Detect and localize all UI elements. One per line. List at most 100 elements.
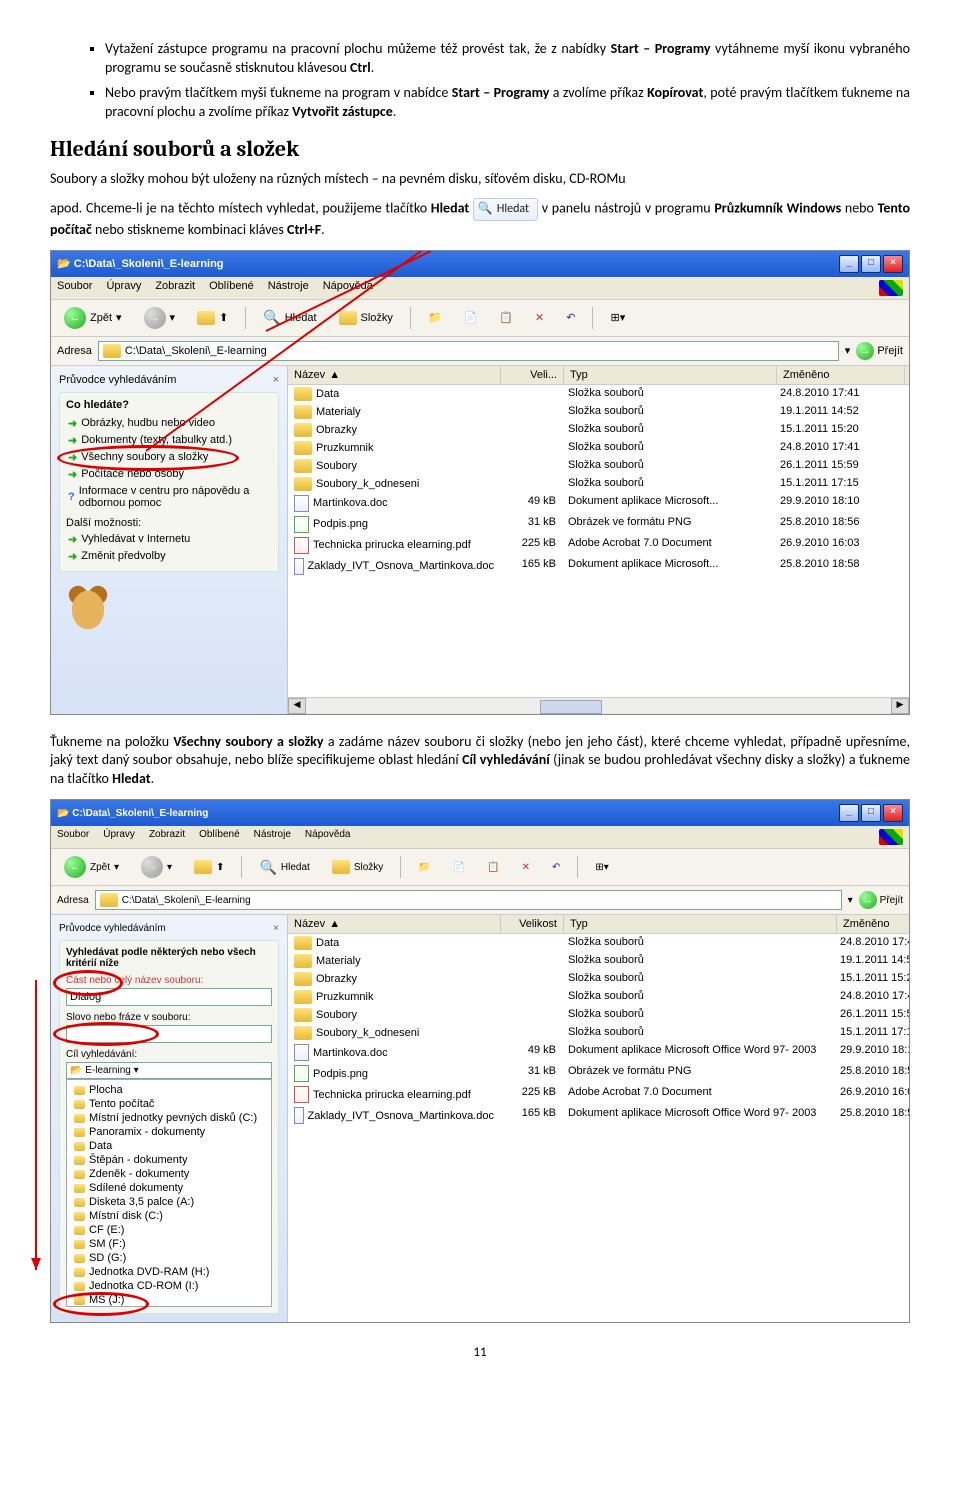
tree-item[interactable]: Tento počítač — [70, 1097, 268, 1111]
toolbar-icon[interactable]: ↶ — [545, 859, 567, 876]
tree-item[interactable]: Sdílené dokumenty — [70, 1181, 268, 1195]
tree-item[interactable]: Plocha — [70, 1083, 268, 1097]
menu-item[interactable]: Soubor — [57, 280, 92, 296]
go-button[interactable]: →Přejít — [856, 342, 903, 360]
toolbar-icon[interactable]: ✕ — [515, 859, 537, 876]
search-option[interactable]: ?Informace v centru pro nápovědu a odbor… — [66, 483, 272, 511]
search-button[interactable]: 🔍Hledat — [252, 856, 316, 879]
toolbar-icon[interactable]: 📄 — [457, 308, 485, 327]
up-button[interactable]: ⬆ — [190, 308, 235, 328]
menu-item[interactable]: Nástroje — [268, 280, 309, 296]
search-option[interactable]: ➜Dokumenty (texty, tabulky atd.) — [66, 432, 272, 449]
file-row[interactable]: Martinkova.doc49 kBDokument aplikace Mic… — [288, 1042, 909, 1063]
address-dropdown[interactable]: ▾ — [845, 344, 851, 357]
file-row[interactable]: Zaklady_IVT_Osnova_Martinkova.doc165 kBD… — [288, 556, 909, 577]
file-row[interactable]: Martinkova.doc49 kBDokument aplikace Mic… — [288, 493, 909, 514]
tree-item[interactable]: CF (E:) — [70, 1223, 268, 1237]
target-tree[interactable]: PlochaTento počítačMístní jednotky pevný… — [66, 1079, 272, 1307]
file-row[interactable]: ObrazkySložka souborů15.1.2011 15:20 — [288, 970, 909, 988]
toolbar-icon[interactable]: 📁 — [421, 308, 449, 327]
file-row[interactable]: Technicka prirucka elearning.pdf225 kBAd… — [288, 1084, 909, 1105]
col-size[interactable]: Veli... — [501, 366, 564, 384]
tree-item[interactable]: SM (F:) — [70, 1237, 268, 1251]
address-dropdown[interactable]: ▾ — [848, 895, 853, 906]
pane-close-icon[interactable]: × — [273, 923, 279, 934]
toolbar-icon[interactable]: ✕ — [528, 308, 551, 327]
search-button[interactable]: 🔍Hledat — [256, 306, 323, 329]
col-type[interactable]: Typ — [564, 366, 777, 384]
file-row[interactable]: DataSložka souborů24.8.2010 17:41 — [288, 385, 909, 403]
maximize-button[interactable]: □ — [861, 255, 881, 273]
folders-button[interactable]: Složky — [325, 857, 390, 877]
menu-item[interactable]: Oblíbené — [199, 829, 240, 845]
toolbar-icon[interactable]: 📋 — [492, 308, 520, 327]
menu-item[interactable]: Nápověda — [305, 829, 351, 845]
file-row[interactable]: DataSložka souborů24.8.2010 17:41 — [288, 934, 909, 952]
file-row[interactable]: SouborySložka souborů26.1.2011 15:59 — [288, 1006, 909, 1024]
file-row[interactable]: SouborySložka souborů26.1.2011 15:59 — [288, 457, 909, 475]
menu-item[interactable]: Oblíbené — [209, 280, 254, 296]
search-option[interactable]: ➜Vyhledávat v Internetu — [66, 531, 272, 548]
maximize-button[interactable]: □ — [861, 804, 881, 822]
file-row[interactable]: Soubory_k_odneseniSložka souborů15.1.201… — [288, 475, 909, 493]
toolbar-icon[interactable]: 📁 — [411, 859, 437, 876]
minimize-button[interactable]: _ — [839, 804, 859, 822]
menu-item[interactable]: Nápověda — [323, 280, 373, 296]
file-row[interactable]: Podpis.png31 kBObrázek ve formátu PNG25.… — [288, 1063, 909, 1084]
tree-item[interactable]: SD (G:) — [70, 1251, 268, 1265]
col-name[interactable]: Název ▲ — [288, 366, 501, 384]
col-size[interactable]: Velikost — [501, 915, 564, 933]
back-button[interactable]: ←Zpět ▾ — [57, 304, 129, 332]
search-option[interactable]: ➜Všechny soubory a složky — [66, 449, 272, 466]
file-row[interactable]: PruzkumnikSložka souborů24.8.2010 17:41 — [288, 439, 909, 457]
file-row[interactable]: Podpis.png31 kBObrázek ve formátu PNG25.… — [288, 514, 909, 535]
col-type[interactable]: Typ — [564, 915, 837, 933]
toolbar-icon[interactable]: ↶ — [559, 308, 582, 327]
col-name[interactable]: Název ▲ — [288, 915, 501, 933]
col-mod[interactable]: Změněno — [777, 366, 905, 384]
close-button[interactable]: × — [883, 255, 903, 273]
target-dropdown[interactable]: 📂 E-learning ▾ — [66, 1062, 272, 1079]
back-button[interactable]: ←Zpět ▾ — [57, 853, 126, 881]
menu-item[interactable]: Úpravy — [103, 829, 135, 845]
tree-item[interactable]: Štěpán - dokumenty — [70, 1153, 268, 1167]
forward-button[interactable]: → ▾ — [137, 304, 183, 332]
tree-item[interactable]: Jednotka DVD-RAM (H:) — [70, 1265, 268, 1279]
phrase-input[interactable] — [66, 1025, 272, 1043]
tree-item[interactable]: Místní disk (C:) — [70, 1209, 268, 1223]
file-row[interactable]: MaterialySložka souborů19.1.2011 14:52 — [288, 952, 909, 970]
file-row[interactable]: Zaklady_IVT_Osnova_Martinkova.doc165 kBD… — [288, 1105, 909, 1126]
views-button[interactable]: ⊞▾ — [588, 859, 615, 876]
menu-item[interactable]: Soubor — [57, 829, 89, 845]
go-button[interactable]: →Přejít — [859, 891, 903, 909]
tree-item[interactable]: Panoramix - dokumenty — [70, 1125, 268, 1139]
close-button[interactable]: × — [883, 804, 903, 822]
menu-item[interactable]: Zobrazit — [149, 829, 185, 845]
tree-item[interactable]: Jednotka CD-ROM (I:) — [70, 1279, 268, 1293]
file-row[interactable]: PruzkumnikSložka souborů24.8.2010 17:41 — [288, 988, 909, 1006]
file-row[interactable]: Soubory_k_odneseniSložka souborů15.1.201… — [288, 1024, 909, 1042]
toolbar-icon[interactable]: 📋 — [480, 859, 506, 876]
filename-input[interactable] — [66, 988, 272, 1006]
search-option[interactable]: ➜Počítače nebo osoby — [66, 466, 272, 483]
toolbar-icon[interactable]: 📄 — [446, 859, 472, 876]
file-row[interactable]: Technicka prirucka elearning.pdf225 kBAd… — [288, 535, 909, 556]
views-button[interactable]: ⊞▾ — [603, 308, 632, 327]
h-scrollbar[interactable]: ◀▶ — [288, 697, 909, 714]
tree-item[interactable]: Místní jednotky pevných disků (C:) — [70, 1111, 268, 1125]
file-row[interactable]: ObrazkySložka souborů15.1.2011 15:20 — [288, 421, 909, 439]
folders-button[interactable]: Složky — [332, 308, 400, 328]
address-input[interactable]: C:\Data\_Skoleni\_E-learning — [98, 341, 839, 361]
menu-item[interactable]: Zobrazit — [155, 280, 195, 296]
search-option[interactable]: ➜Obrázky, hudbu nebo video — [66, 415, 272, 432]
minimize-button[interactable]: _ — [839, 255, 859, 273]
file-row[interactable]: MaterialySložka souborů19.1.2011 14:52 — [288, 403, 909, 421]
menu-item[interactable]: Úpravy — [106, 280, 141, 296]
up-button[interactable]: ⬆ — [187, 857, 231, 877]
address-input[interactable]: C:\Data\_Skoleni\_E-learning — [95, 890, 842, 910]
tree-item[interactable]: Data — [70, 1139, 268, 1153]
pane-close-icon[interactable]: × — [273, 374, 279, 386]
search-option[interactable]: ➜Změnit předvolby — [66, 548, 272, 565]
tree-item[interactable]: Zdeněk - dokumenty — [70, 1167, 268, 1181]
forward-button[interactable]: → ▾ — [134, 853, 179, 881]
